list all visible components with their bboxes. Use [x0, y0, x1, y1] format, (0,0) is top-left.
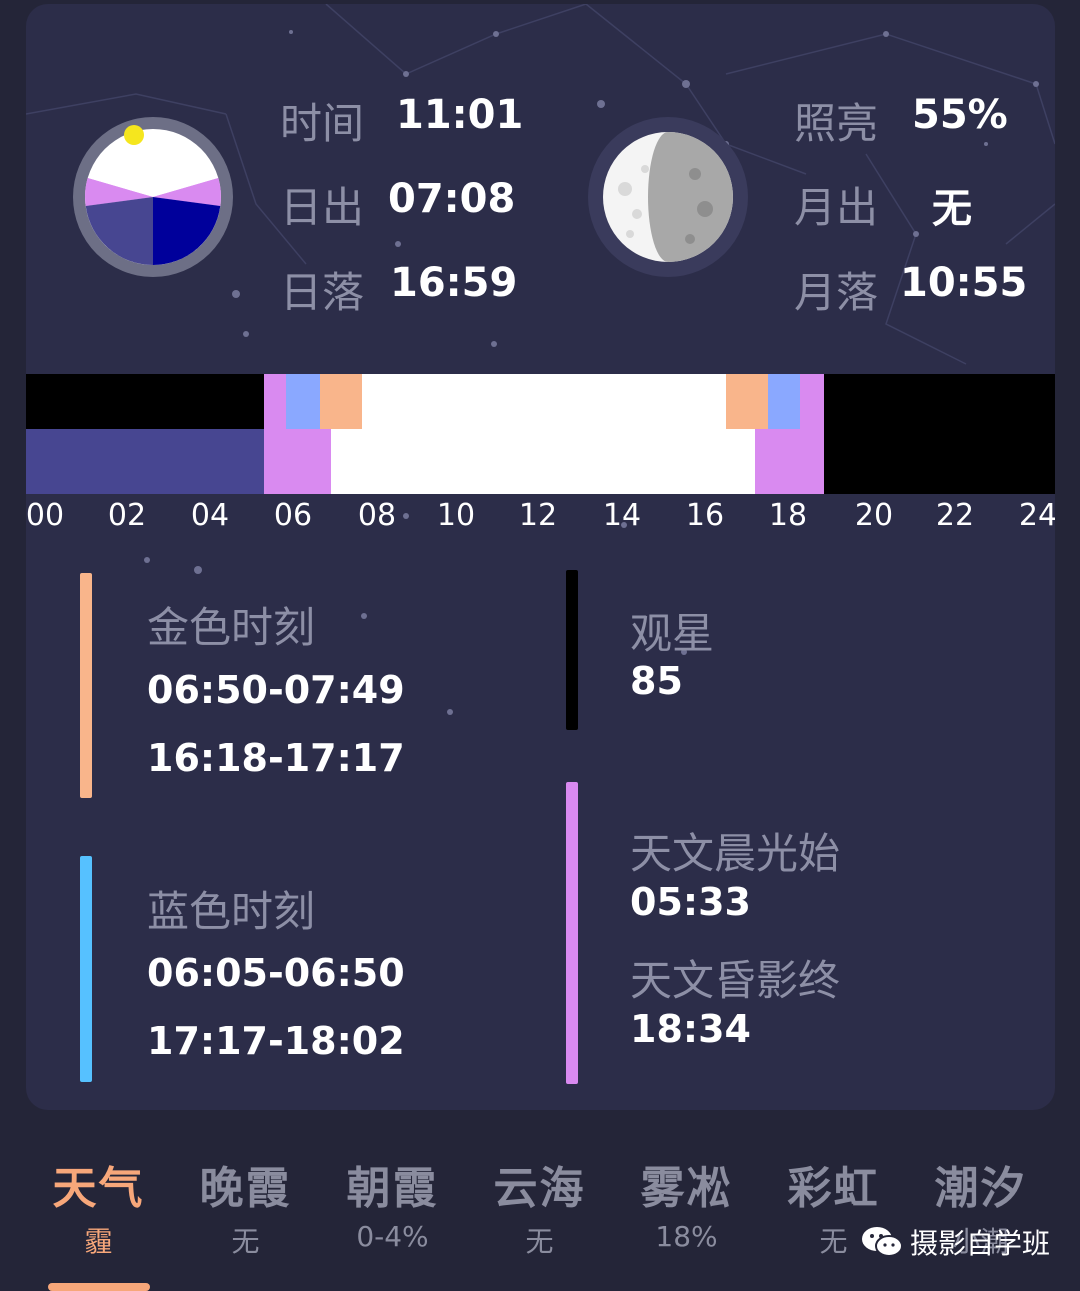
day-light-timeline: [26, 374, 1055, 494]
sunset-label: 日落: [280, 268, 365, 317]
tab-subtitle: 无: [525, 1225, 554, 1258]
illumination-value: 55%: [912, 92, 1008, 138]
stargazing-title: 观星: [630, 609, 715, 658]
time-label: 时间: [280, 99, 365, 148]
stargazing-value: 85: [630, 659, 683, 703]
moonrise-label: 月出: [794, 183, 879, 232]
tab-rime[interactable]: 雾凇 18%: [613, 1152, 760, 1253]
hour-tick: 24: [1018, 498, 1055, 533]
tab-title: 天气: [52, 1163, 145, 1214]
golden-hour-color-bar: [80, 573, 92, 798]
forecast-tab-bar: 天气 霾 晚霞 无 朝霞 0-4% 云海 无 雾凇 18% 彩虹 无 潮汐 小潮: [0, 1140, 1080, 1291]
hour-tick: 10: [436, 498, 476, 533]
daylight-top-segment: [362, 374, 726, 429]
hour-tick: 08: [357, 498, 397, 533]
blue-hour-color-bar: [80, 856, 92, 1082]
sun-moon-card: 时间 11:01 日出 07:08 日落 16:59 照亮 55% 月出 无 月…: [26, 4, 1055, 1110]
golden-hour-evening-segment: [726, 374, 768, 429]
moon-phase-icon: [588, 117, 748, 277]
blue-hour-evening: 17:17-18:02: [147, 1019, 405, 1063]
golden-hour-morning: 06:50-07:49: [147, 668, 405, 712]
golden-hour-evening: 16:18-17:17: [147, 736, 405, 780]
hour-tick: 04: [190, 498, 230, 533]
stargazing-color-bar: [566, 570, 578, 730]
golden-hour-title: 金色时刻: [147, 603, 316, 652]
hour-tick: 02: [107, 498, 147, 533]
tab-title: 云海: [493, 1163, 586, 1214]
hour-tick: 22: [935, 498, 975, 533]
moonset-value: 10:55: [900, 260, 1028, 306]
sun-marker-icon: [124, 125, 144, 145]
watermark-text: 摄影自学班: [910, 1227, 1051, 1260]
hour-tick: 20: [854, 498, 894, 533]
blue-hour-evening-segment: [768, 374, 800, 429]
tab-title: 雾凇: [640, 1163, 733, 1214]
astronomical-dawn-title: 天文晨光始: [630, 829, 841, 878]
tab-subtitle: 霾: [84, 1225, 113, 1258]
blue-hour-title: 蓝色时刻: [147, 887, 316, 936]
astronomical-twilight-color-bar: [566, 782, 578, 1084]
tab-sea-of-clouds[interactable]: 云海 无: [466, 1152, 613, 1260]
astronomical-dusk-value: 18:34: [630, 1007, 751, 1051]
tab-sunset-glow[interactable]: 晚霞 无: [172, 1152, 319, 1260]
illumination-label: 照亮: [794, 99, 879, 148]
tab-subtitle: 18%: [655, 1220, 718, 1253]
tab-weather[interactable]: 天气 霾: [25, 1152, 172, 1260]
tab-subtitle: 0-4%: [356, 1220, 429, 1253]
sun-position-dial: [73, 117, 233, 277]
tab-subtitle: 无: [231, 1225, 260, 1258]
hour-tick: 16: [685, 498, 725, 533]
tab-title: 朝霞: [346, 1163, 439, 1214]
hour-tick: 06: [273, 498, 313, 533]
blue-hour-morning: 06:05-06:50: [147, 951, 405, 995]
hour-tick: 00: [26, 498, 65, 533]
tab-title: 彩虹: [787, 1163, 880, 1214]
sunrise-label: 日出: [280, 183, 365, 232]
tab-title: 潮汐: [934, 1163, 1027, 1214]
watermark: 摄影自学班: [860, 1222, 1050, 1262]
moonset-label: 月落: [794, 268, 879, 317]
moonrise-value: 无: [932, 186, 972, 232]
astronomical-dawn-value: 05:33: [630, 880, 751, 924]
time-value: 11:01: [396, 92, 524, 138]
sunset-value: 16:59: [390, 260, 518, 306]
hour-tick: 18: [768, 498, 808, 533]
sunrise-value: 07:08: [388, 176, 516, 222]
timeline-hour-labels: 00 02 04 06 08 10 12 14 16 18 20 22 24: [26, 498, 1055, 538]
active-tab-indicator: [48, 1283, 150, 1291]
blue-hour-morning-segment: [286, 374, 320, 429]
daylight-segment: [331, 429, 755, 494]
golden-hour-morning-segment: [320, 374, 362, 429]
moon-visible-segment: [26, 429, 264, 494]
tab-title: 晚霞: [199, 1163, 292, 1214]
hour-tick: 12: [518, 498, 558, 533]
tab-morning-glow[interactable]: 朝霞 0-4%: [319, 1152, 466, 1253]
astronomical-dusk-title: 天文昏影终: [630, 956, 841, 1005]
hour-tick: 14: [602, 498, 642, 533]
wechat-icon: [862, 1227, 903, 1257]
